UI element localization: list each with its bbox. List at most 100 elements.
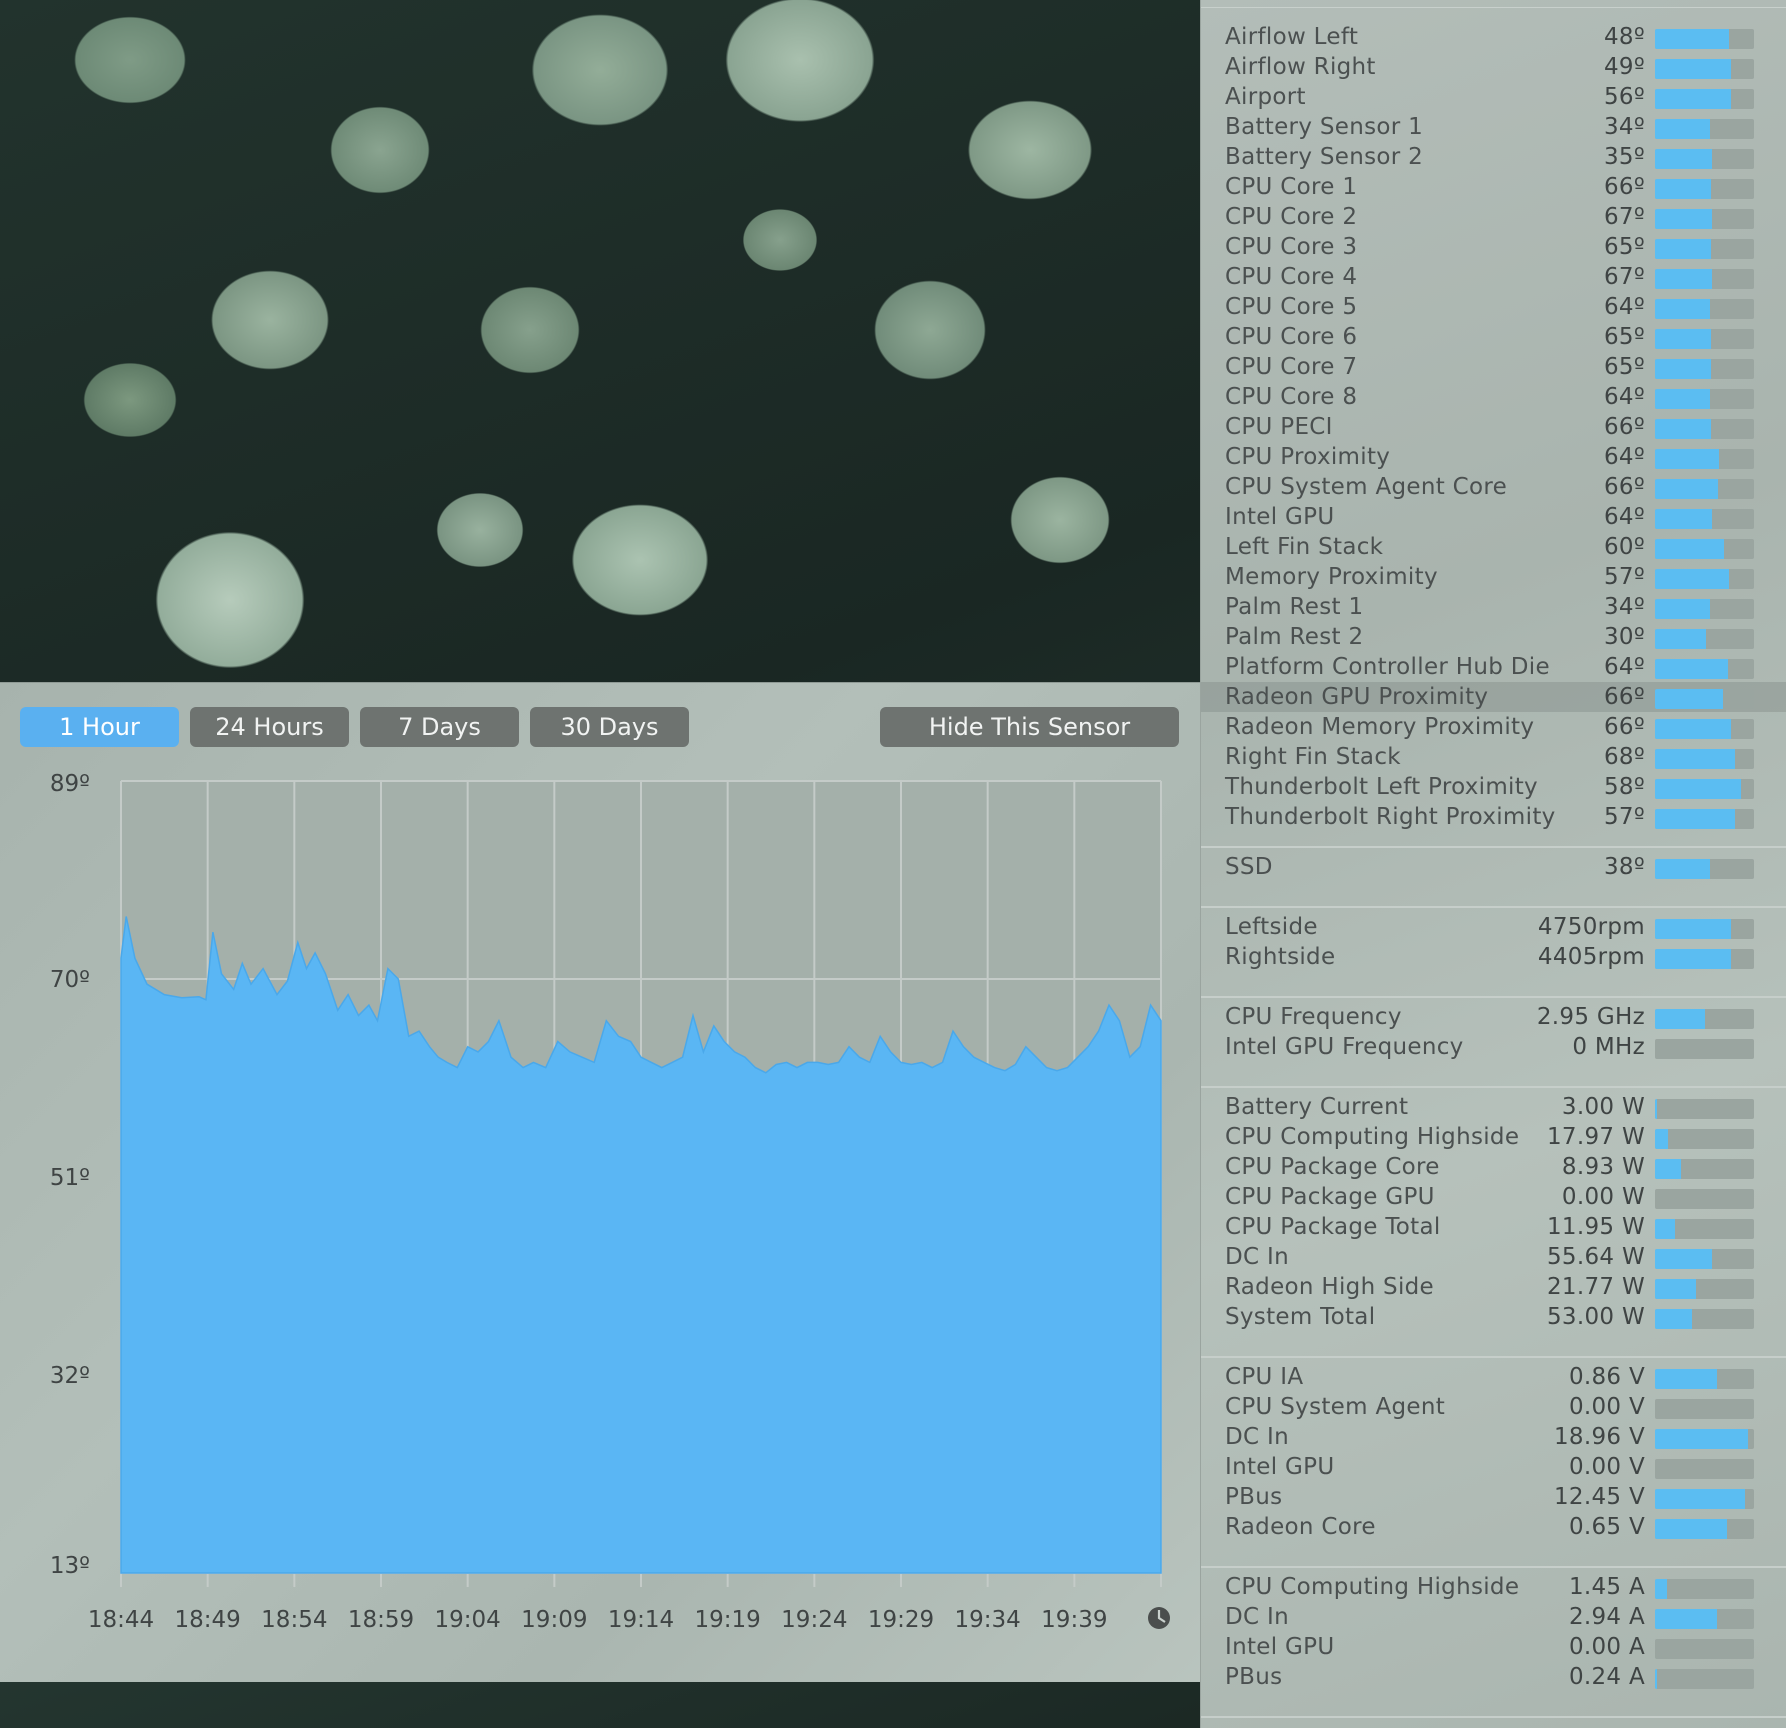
sensor-row[interactable]: CPU System Agent Core 66º [1201, 472, 1786, 502]
sensor-row[interactable]: System Total 53.00 W [1201, 1302, 1786, 1332]
sensor-row[interactable]: Intel GPU 0.00 V [1201, 1452, 1786, 1482]
sensor-row[interactable]: CPU Computing Highside 17.97 W [1201, 1122, 1786, 1152]
sensor-name: PBus [1225, 1664, 1283, 1690]
sensor-row[interactable]: Battery Current 3.00 W [1201, 1092, 1786, 1122]
sensor-level-fill [1655, 1369, 1718, 1389]
sensor-row[interactable]: CPU Core 2 67º [1201, 202, 1786, 232]
sensor-name: CPU Proximity [1225, 444, 1391, 470]
sensor-row[interactable]: CPU Computing Highside 1.45 A [1201, 1572, 1786, 1602]
x-tick-label: 18:49 [175, 1607, 241, 1633]
sensor-row[interactable]: CPU System Agent 0.00 V [1201, 1392, 1786, 1422]
sensor-name: CPU Core 7 [1225, 354, 1358, 380]
sensor-name: System Total [1225, 1304, 1376, 1330]
sensor-row[interactable]: CPU PECI 66º [1201, 412, 1786, 442]
sensor-level-fill [1655, 1519, 1728, 1539]
sensor-row[interactable]: CPU Core 7 65º [1201, 352, 1786, 382]
sensor-row[interactable]: Radeon Memory Proximity 66º [1201, 712, 1786, 742]
sensor-value: 64º [1603, 384, 1645, 410]
sensor-row[interactable]: CPU Proximity 64º [1201, 442, 1786, 472]
sensor-group: CPU Computing Highside 1.45 A DC In 2.94 AI… [1201, 1572, 1786, 1692]
sensor-row[interactable]: Airport 56º [1201, 82, 1786, 112]
sensor-name: Palm Rest 2 [1225, 624, 1364, 650]
sensor-name: CPU Core 3 [1225, 234, 1358, 260]
sensor-level-bar [1655, 269, 1754, 289]
sensor-value: 65º [1603, 324, 1645, 350]
y-tick-label: 32º [50, 1363, 90, 1389]
sensor-value: 0.86 V [1568, 1364, 1645, 1390]
sensor-name: CPU Core 8 [1225, 384, 1358, 410]
sensor-value: 8.93 W [1561, 1154, 1645, 1180]
sensor-level-fill [1655, 299, 1711, 319]
sensor-row[interactable]: CPU Package Core 8.93 W [1201, 1152, 1786, 1182]
sensor-name: Memory Proximity [1225, 564, 1438, 590]
sensor-name: Airflow Left [1225, 24, 1359, 50]
sensor-row[interactable]: Radeon GPU Proximity 66º [1201, 682, 1786, 712]
sensor-row[interactable]: Thunderbolt Left Proximity 58º [1201, 772, 1786, 802]
sensor-row[interactable]: Radeon Core 0.65 V [1201, 1512, 1786, 1542]
sensor-row[interactable]: CPU Core 3 65º [1201, 232, 1786, 262]
sensor-row[interactable]: Thunderbolt Right Proximity 57º [1201, 802, 1786, 832]
sensor-row[interactable]: CPU Frequency 2.95 GHz [1201, 1002, 1786, 1032]
sensor-name: CPU Core 4 [1225, 264, 1358, 290]
sensor-value: 0.24 A [1568, 1664, 1645, 1690]
x-tick-label: 19:34 [955, 1607, 1021, 1633]
sensor-value: 66º [1603, 414, 1645, 440]
sensor-row[interactable]: SSD 38º [1201, 852, 1786, 882]
group-divider [1201, 996, 1786, 998]
clock-icon[interactable] [1148, 1607, 1170, 1629]
sensor-value: 3.00 W [1561, 1094, 1645, 1120]
sensor-row[interactable]: Leftside 4750rpm [1201, 912, 1786, 942]
sensor-row[interactable]: Rightside 4405rpm [1201, 942, 1786, 972]
sensor-level-bar [1655, 1609, 1754, 1629]
x-tick-label: 18:54 [261, 1607, 327, 1633]
sensor-row[interactable]: PBus 12.45 V [1201, 1482, 1786, 1512]
sensor-row[interactable]: CPU IA 0.86 V [1201, 1362, 1786, 1392]
sensor-row[interactable]: CPU Package GPU 0.00 W [1201, 1182, 1786, 1212]
x-tick-label: 19:19 [695, 1607, 761, 1633]
y-tick-label: 51º [50, 1165, 90, 1191]
sensor-row[interactable]: Airflow Left 48º [1201, 22, 1786, 52]
sensor-level-fill [1655, 1669, 1657, 1689]
sensor-level-bar [1655, 419, 1754, 439]
sensor-row[interactable]: CPU Core 5 64º [1201, 292, 1786, 322]
sensor-level-bar [1655, 1309, 1754, 1329]
sensor-name: CPU Package Total [1225, 1214, 1441, 1240]
sensor-row[interactable]: Battery Sensor 2 35º [1201, 142, 1786, 172]
sensor-level-fill [1655, 539, 1725, 559]
sensor-name: Platform Controller Hub Die [1225, 654, 1550, 680]
sensor-row[interactable]: CPU Core 6 65º [1201, 322, 1786, 352]
sensor-name: CPU Core 1 [1225, 174, 1358, 200]
sensor-row[interactable]: Palm Rest 2 30º [1201, 622, 1786, 652]
sensor-row[interactable]: Memory Proximity 57º [1201, 562, 1786, 592]
sensor-row[interactable]: Intel GPU Frequency 0 MHz [1201, 1032, 1786, 1062]
sensor-row[interactable]: Palm Rest 1 34º [1201, 592, 1786, 622]
sensor-level-fill [1655, 599, 1711, 619]
sensor-value: 34º [1603, 114, 1645, 140]
sensor-row[interactable]: DC In 2.94 A [1201, 1602, 1786, 1632]
sensor-row[interactable]: Platform Controller Hub Die 64º [1201, 652, 1786, 682]
sensor-value: 11.95 W [1547, 1214, 1645, 1240]
sensor-row[interactable]: CPU Core 8 64º [1201, 382, 1786, 412]
sensor-name: Intel GPU [1225, 504, 1335, 530]
sensor-row[interactable]: Radeon High Side 21.77 W [1201, 1272, 1786, 1302]
sensor-row[interactable]: CPU Core 1 66º [1201, 172, 1786, 202]
sensor-level-bar [1655, 1489, 1754, 1509]
sensor-row[interactable]: Intel GPU 64º [1201, 502, 1786, 532]
sensor-row[interactable]: CPU Core 4 67º [1201, 262, 1786, 292]
sensor-row[interactable]: Airflow Right 49º [1201, 52, 1786, 82]
sensor-row[interactable]: Battery Sensor 1 34º [1201, 112, 1786, 142]
sensor-row[interactable]: Intel GPU 0.00 A [1201, 1632, 1786, 1662]
sensor-row[interactable]: DC In 55.64 W [1201, 1242, 1786, 1272]
sensor-level-fill [1655, 239, 1712, 259]
sensor-row[interactable]: Right Fin Stack 68º [1201, 742, 1786, 772]
sensor-name: DC In [1225, 1604, 1289, 1630]
sensor-name: CPU Core 2 [1225, 204, 1358, 230]
sensor-name: DC In [1225, 1424, 1289, 1450]
sensor-row[interactable]: CPU Package Total 11.95 W [1201, 1212, 1786, 1242]
sensor-list-panel: Airflow Left 48º Airflow Right 49º Airport 56… [1200, 0, 1786, 1728]
sensor-level-fill [1655, 779, 1742, 799]
sensor-name: Airflow Right [1225, 54, 1376, 80]
sensor-row[interactable]: PBus 0.24 A [1201, 1662, 1786, 1692]
sensor-row[interactable]: Left Fin Stack 60º [1201, 532, 1786, 562]
sensor-row[interactable]: DC In 18.96 V [1201, 1422, 1786, 1452]
